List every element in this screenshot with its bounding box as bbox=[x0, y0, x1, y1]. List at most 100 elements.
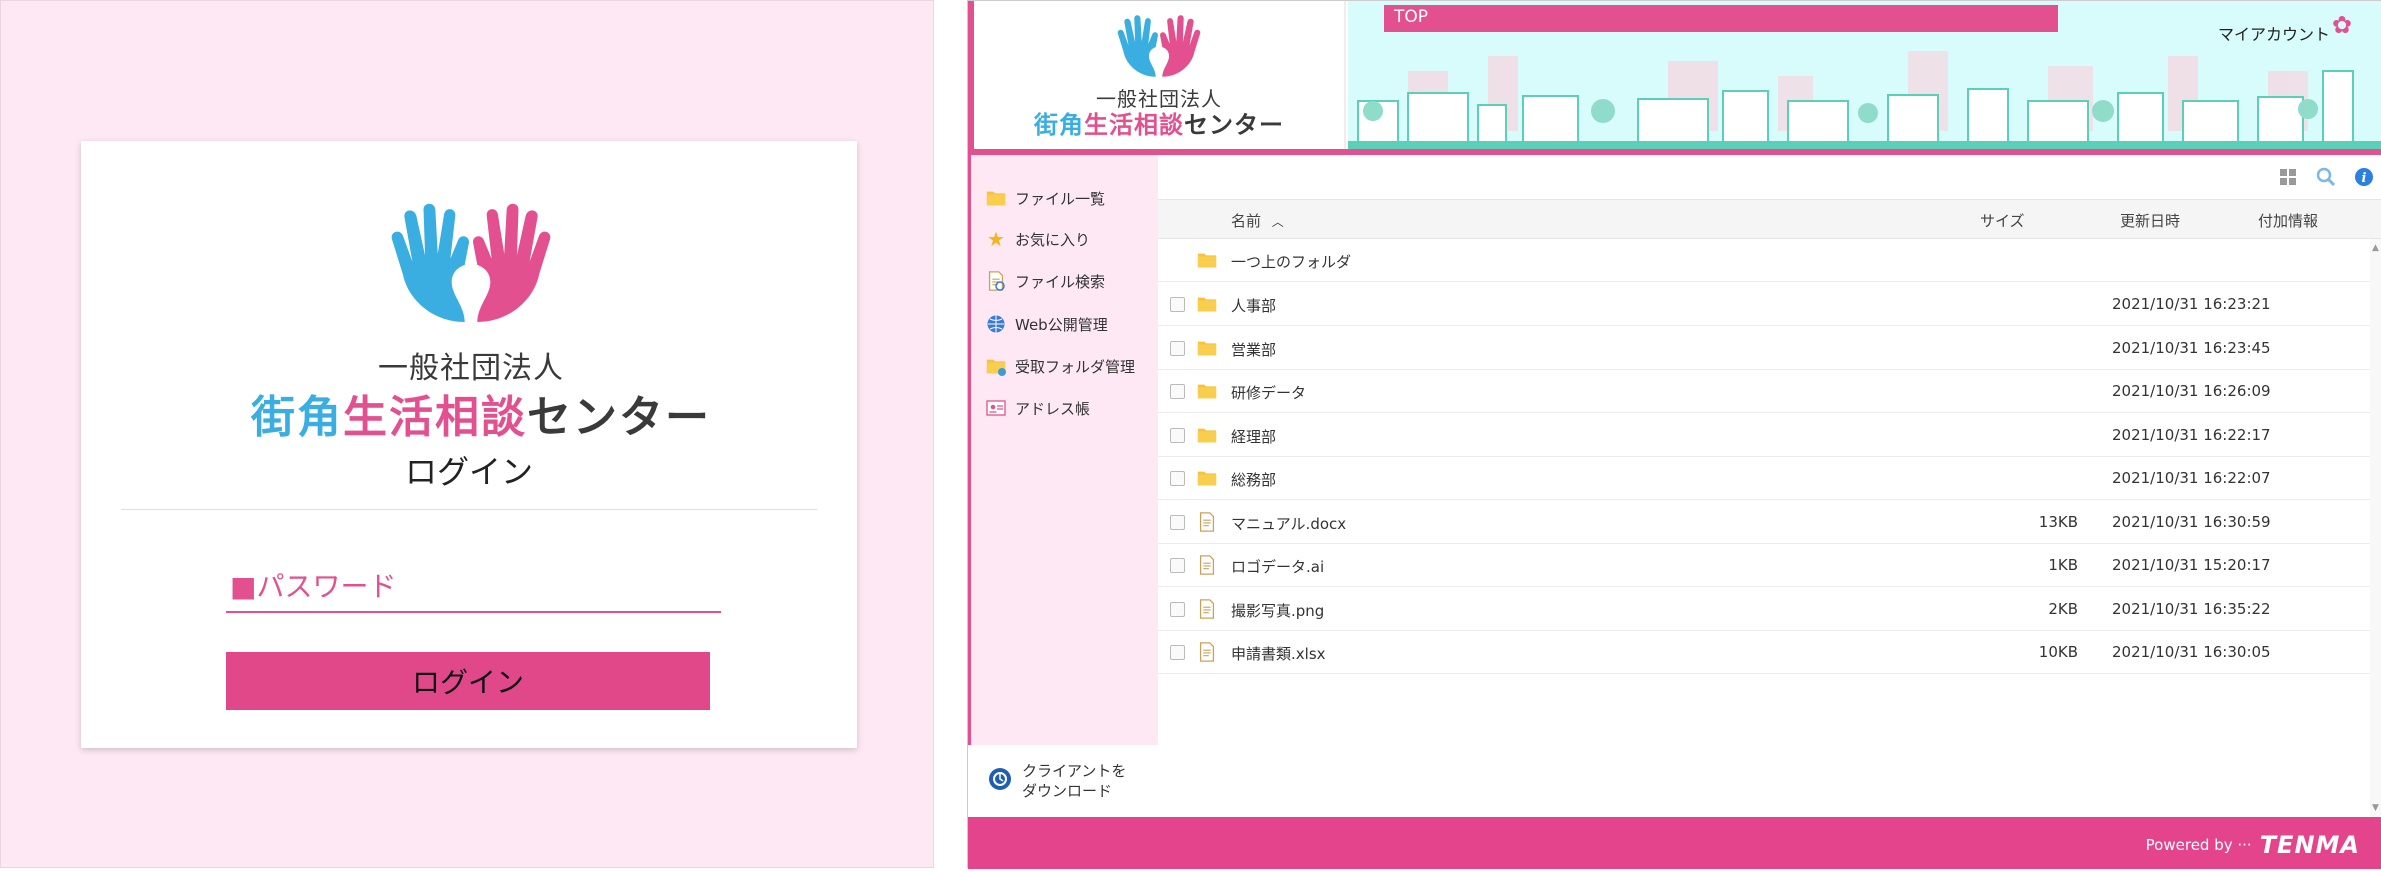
file-manager-app: 一般社団法人 街角生活相談センター TOP マイアカウント ✿ ファイル一覧 ★… bbox=[967, 0, 2381, 869]
sidebar-item-label: Web公開管理 bbox=[1015, 315, 1108, 334]
info-icon[interactable]: i bbox=[2352, 165, 2376, 189]
file-name: 申請書類.xlsx bbox=[1231, 645, 1326, 663]
sidebar-item-file-list[interactable]: ファイル一覧 bbox=[985, 183, 1105, 213]
top-link[interactable]: TOP bbox=[1384, 5, 2058, 32]
tenma-logo: TENMA bbox=[2259, 831, 2360, 859]
folder-icon bbox=[1196, 467, 1218, 489]
org-name-part2: 生活相談 bbox=[1084, 111, 1184, 139]
table-row[interactable]: 人事部 2021/10/31 16:23:21 bbox=[1158, 283, 2370, 326]
file-name: マニュアル.docx bbox=[1231, 514, 1347, 533]
file-date: 2021/10/31 15:20:17 bbox=[2112, 556, 2271, 574]
column-date-header[interactable]: 更新日時 bbox=[2120, 210, 2180, 231]
client-download-icon bbox=[988, 767, 1012, 795]
table-row[interactable]: 撮影写真.png 2KB 2021/10/31 16:35:22 bbox=[1158, 588, 2370, 631]
header-banner: TOP マイアカウント ✿ bbox=[1348, 1, 2381, 149]
row-checkbox[interactable] bbox=[1170, 645, 1185, 660]
org-name-part2: 生活相談 bbox=[343, 392, 527, 443]
hands-heart-icon bbox=[376, 203, 566, 338]
file-name: 総務部 bbox=[1231, 471, 1277, 489]
star-icon: ★ bbox=[987, 227, 1005, 251]
folder-icon bbox=[1196, 293, 1218, 315]
scroll-up-icon[interactable]: ▲ bbox=[2372, 243, 2379, 253]
inbox-folder-icon bbox=[985, 355, 1007, 377]
client-download-link[interactable]: クライアントを ダウンロード bbox=[968, 745, 1158, 817]
file-icon bbox=[1196, 598, 1218, 620]
row-checkbox[interactable] bbox=[1170, 601, 1185, 617]
sort-asc-icon: ︿ bbox=[1271, 215, 1284, 229]
org-name-part1: 街角 bbox=[1034, 111, 1084, 139]
file-name: 研修データ bbox=[1231, 384, 1307, 402]
sidebar-item-label: 受取フォルダ管理 bbox=[1015, 357, 1136, 376]
table-row[interactable]: ロゴデータ.ai 1KB 2021/10/31 15:20:17 bbox=[1158, 544, 2370, 587]
file-date: 2021/10/31 16:26:09 bbox=[2112, 382, 2271, 400]
scroll-down-icon[interactable]: ▼ bbox=[2372, 803, 2379, 813]
file-list-panel: i 名前 ︿ サイズ 更新日時 付加情報 一つ上のフォルダ 人事部 2021/10… bbox=[1158, 155, 2381, 817]
client-download-label: ダウンロード bbox=[1022, 782, 1113, 800]
row-checkbox[interactable] bbox=[1170, 384, 1185, 399]
table-header: 名前 ︿ サイズ 更新日時 付加情報 bbox=[1158, 199, 2381, 239]
login-button[interactable]: ログイン bbox=[226, 652, 710, 710]
column-size-header[interactable]: サイズ bbox=[1980, 210, 2025, 231]
account-icon[interactable]: ✿ bbox=[2332, 11, 2352, 39]
app-footer: Powered by ··· TENMA bbox=[968, 817, 2381, 869]
file-size: 10KB bbox=[2038, 643, 2078, 661]
table-row[interactable]: 総務部 2021/10/31 16:22:07 bbox=[1158, 457, 2370, 500]
file-size: 1KB bbox=[2048, 556, 2078, 574]
org-name-line2: 街角生活相談センター bbox=[251, 381, 709, 445]
file-search-icon bbox=[985, 270, 1007, 292]
table-row[interactable]: 申請書類.xlsx 10KB 2021/10/31 16:30:05 bbox=[1158, 631, 2370, 674]
parent-folder-row[interactable]: 一つ上のフォルダ bbox=[1158, 239, 2370, 282]
divider bbox=[121, 509, 817, 510]
file-date: 2021/10/31 16:30:05 bbox=[2112, 643, 2271, 661]
file-size: 2KB bbox=[2048, 599, 2078, 618]
password-input[interactable] bbox=[226, 561, 721, 613]
globe-icon bbox=[985, 313, 1007, 335]
my-account-link[interactable]: マイアカウント bbox=[2218, 21, 2330, 45]
app-header: 一般社団法人 街角生活相談センター TOP マイアカウント ✿ bbox=[968, 1, 2381, 155]
file-name: 経理部 bbox=[1231, 427, 1277, 446]
login-title: ログイン bbox=[404, 453, 533, 491]
search-icon[interactable] bbox=[2314, 165, 2338, 189]
header-logo[interactable]: 一般社団法人 街角生活相談センター bbox=[968, 1, 1346, 149]
row-checkbox[interactable] bbox=[1170, 471, 1185, 486]
column-label: 名前 bbox=[1231, 212, 1262, 230]
column-name-header[interactable]: 名前 ︿ bbox=[1231, 210, 1284, 231]
row-checkbox[interactable] bbox=[1170, 427, 1185, 443]
file-icon bbox=[1196, 641, 1218, 663]
sidebar-item-file-search[interactable]: ファイル検索 bbox=[985, 266, 1105, 296]
table-row[interactable]: マニュアル.docx 13KB 2021/10/31 16:30:59 bbox=[1158, 501, 2370, 544]
view-toolbar: i bbox=[2276, 165, 2376, 189]
column-info-header[interactable]: 付加情報 bbox=[2258, 210, 2318, 231]
address-book-icon bbox=[985, 397, 1007, 419]
table-row[interactable]: 研修データ 2021/10/31 16:26:09 bbox=[1158, 370, 2370, 413]
sidebar-item-favorites[interactable]: ★ お気に入り bbox=[985, 224, 1090, 254]
file-name: 一つ上のフォルダ bbox=[1231, 253, 1352, 271]
file-date: 2021/10/31 16:35:22 bbox=[2112, 599, 2271, 618]
row-checkbox[interactable] bbox=[1170, 558, 1185, 573]
row-checkbox[interactable] bbox=[1170, 514, 1185, 530]
table-row[interactable]: 経理部 2021/10/31 16:22:17 bbox=[1158, 414, 2370, 457]
sidebar-item-web-publish[interactable]: Web公開管理 bbox=[985, 309, 1108, 339]
sidebar-item-inbox-folder[interactable]: 受取フォルダ管理 bbox=[985, 351, 1135, 381]
folder-icon bbox=[1196, 380, 1218, 402]
folder-icon bbox=[1196, 424, 1218, 446]
org-name-part1: 街角 bbox=[251, 392, 343, 443]
folder-icon bbox=[1196, 337, 1218, 359]
scrollbar[interactable]: ▲ ▼ bbox=[2370, 239, 2381, 817]
row-checkbox[interactable] bbox=[1170, 340, 1185, 356]
file-date: 2021/10/31 16:22:17 bbox=[2112, 425, 2271, 444]
org-name-part3: センター bbox=[527, 392, 711, 443]
file-date: 2021/10/31 16:30:59 bbox=[2112, 512, 2271, 531]
file-name: 営業部 bbox=[1231, 340, 1277, 359]
file-name: 撮影写真.png bbox=[1231, 601, 1325, 620]
grid-view-icon[interactable] bbox=[2276, 165, 2300, 189]
file-date: 2021/10/31 16:23:45 bbox=[2112, 338, 2271, 357]
org-logo: 一般社団法人 街角生活相談センター bbox=[251, 203, 709, 443]
file-date: 2021/10/31 16:23:21 bbox=[2112, 295, 2271, 313]
sidebar-item-address-book[interactable]: アドレス帳 bbox=[985, 393, 1090, 423]
row-checkbox[interactable] bbox=[1170, 297, 1185, 312]
table-row[interactable]: 営業部 2021/10/31 16:23:45 bbox=[1158, 327, 2370, 370]
sidebar-item-label: ファイル検索 bbox=[1015, 272, 1106, 291]
org-name-part3: センター bbox=[1184, 111, 1284, 139]
client-download-label: クライアントを bbox=[1022, 762, 1127, 780]
